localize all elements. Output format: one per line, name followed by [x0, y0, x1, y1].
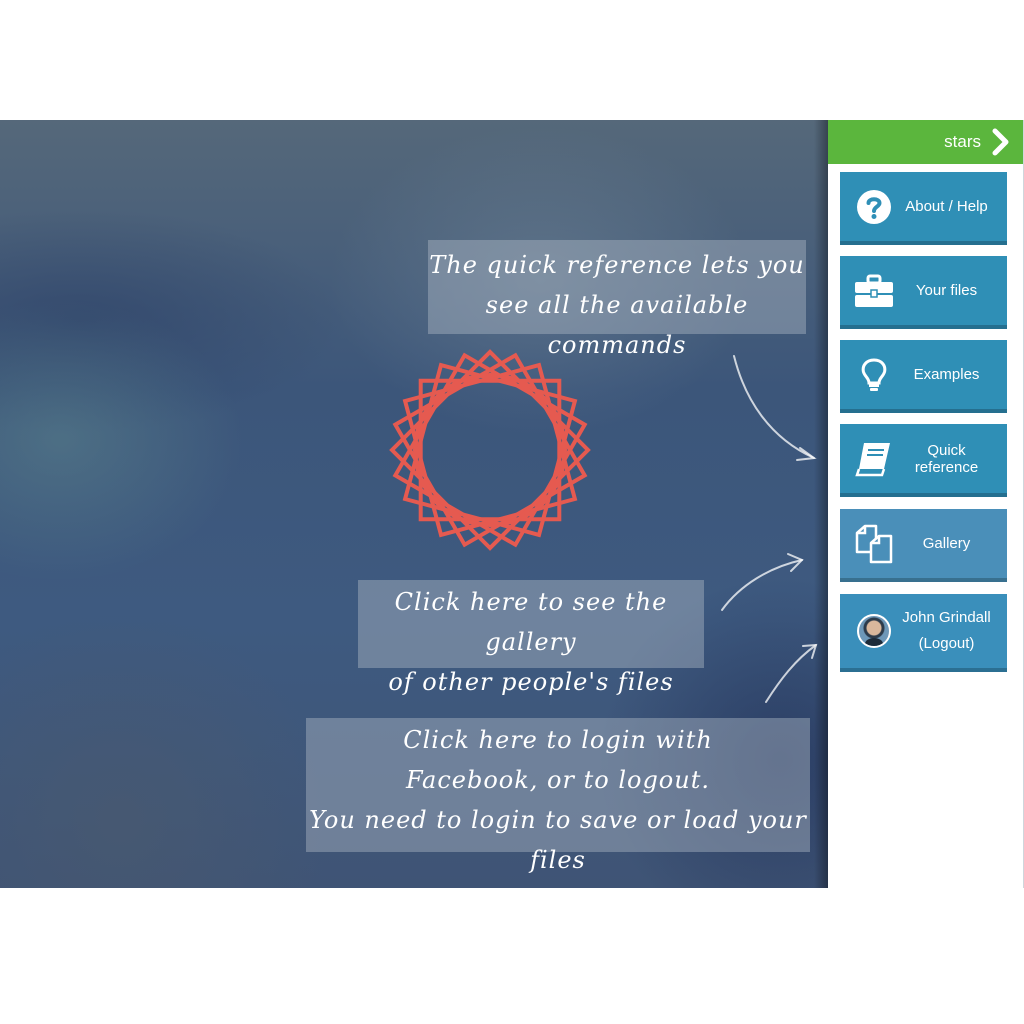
star-inner-ring [413, 373, 567, 527]
login-hint: Click here to login with Facebook, or to… [306, 718, 810, 874]
your-files-button[interactable]: Your files [840, 256, 1007, 329]
user-name: John Grindall [902, 609, 991, 626]
star-square [402, 362, 578, 538]
panel-header[interactable]: stars [828, 120, 1023, 164]
arrow-gallery [721, 559, 803, 611]
gallery-hint-line1: Click here to see the gallery [394, 588, 668, 656]
briefcase-icon [854, 271, 894, 311]
login-hint-line2: Facebook, or to logout. [406, 766, 710, 794]
user-logout-button[interactable]: John Grindall (Logout) [840, 594, 1007, 672]
star-square [402, 362, 578, 538]
user-label: John Grindall (Logout) [894, 605, 1007, 657]
logout-label: (Logout) [918, 635, 975, 652]
app-stage: The quick reference lets you see all the… [0, 120, 1024, 888]
program-title: stars [944, 132, 981, 151]
gallery-button[interactable]: Gallery [840, 509, 1007, 582]
gallery-hint: Click here to see the gallery of other p… [358, 580, 704, 696]
side-panel: stars About / Help Your files Examples Q… [828, 120, 1024, 888]
quickref-hint-line1: The quick reference lets you [429, 251, 805, 279]
quick-reference-label: Quick reference [914, 441, 979, 476]
gallery-hint-line2: of other people's files [388, 668, 674, 696]
about-help-button[interactable]: About / Help [840, 172, 1007, 245]
lightbulb-icon [854, 355, 894, 395]
star-square [392, 352, 588, 548]
quick-reference-button[interactable]: Quick reference [840, 424, 1007, 497]
quickref-hint-line2: see all the available commands [485, 291, 749, 359]
about-help-label: About / Help [905, 198, 988, 215]
login-hint-line3: You need to login to save or load your f… [309, 806, 807, 874]
your-files-label: Your files [915, 282, 978, 299]
arrow-login [765, 644, 817, 703]
login-hint-line1: Click here to login with [403, 726, 713, 754]
copy-documents-icon [854, 524, 894, 564]
star-square [392, 352, 588, 548]
star-drawing [389, 349, 591, 551]
question-circle-icon [854, 187, 894, 227]
quickref-hint: The quick reference lets you see all the… [428, 240, 806, 359]
examples-label: Examples [913, 366, 980, 383]
avatar [854, 611, 894, 651]
gallery-label: Gallery [922, 535, 971, 552]
drawing-canvas[interactable]: The quick reference lets you see all the… [0, 120, 828, 888]
user-avatar-image [857, 614, 891, 648]
book-icon [854, 439, 894, 479]
examples-button[interactable]: Examples [840, 340, 1007, 413]
arrow-quickref [733, 355, 815, 459]
chevron-right-icon[interactable] [991, 128, 1011, 156]
